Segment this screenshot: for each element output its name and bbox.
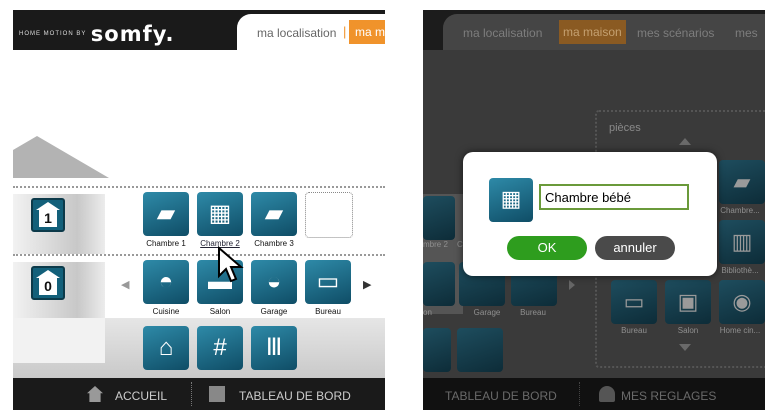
scroll-right-arrow-icon[interactable]: ▶	[363, 278, 371, 291]
app-header: HOME MOTION BY somfy. ma localisation | …	[13, 10, 385, 50]
room-garage[interactable]: ◒	[251, 260, 297, 304]
tv-icon: ▣	[677, 289, 699, 314]
rename-room-dialog: ▦ OK annuler	[463, 152, 717, 276]
bedroom-icon: ▰	[264, 200, 284, 227]
piece-bibliotheque[interactable]: ▥	[719, 220, 765, 264]
footer-accueil[interactable]: ACCUEIL	[115, 389, 167, 403]
room-label: Chambre 3	[254, 239, 294, 248]
room-label: Chambre 1	[146, 239, 186, 248]
floor-0-button[interactable]: 0	[31, 266, 65, 300]
scroll-up-arrow-icon[interactable]	[679, 138, 691, 145]
footer-tableau-de-bord[interactable]: TABLEAU DE BORD	[445, 389, 557, 403]
floor-divider	[13, 254, 385, 256]
right-screenshot: ma localisation ma maison mes scénarios …	[423, 10, 765, 410]
room-label: Garage	[260, 307, 288, 316]
footer-divider	[191, 382, 192, 406]
piece-label: Salon	[677, 326, 699, 335]
book-icon: ▥	[731, 229, 753, 254]
car-icon: ◒	[266, 268, 282, 295]
nav-separator: |	[343, 24, 347, 39]
app-footer: ACCUEIL TABLEAU DE BORD	[13, 378, 385, 410]
pot-icon: ◓	[158, 268, 174, 295]
somfy-logo: HOME MOTION BY somfy.	[19, 22, 175, 46]
fence-icon: #	[213, 334, 227, 361]
room-cuisine[interactable]: ◓	[143, 260, 189, 304]
house-roof	[13, 136, 109, 178]
nav-ma-localisation[interactable]: ma localisation	[463, 26, 542, 40]
room-label: Bureau	[315, 307, 341, 316]
floor-divider	[13, 186, 385, 188]
room-label: Salon	[209, 307, 231, 316]
scroll-right-arrow-icon[interactable]	[569, 280, 575, 290]
left-screenshot: HOME MOTION BY somfy. ma localisation | …	[13, 10, 385, 410]
room-dimmed	[457, 328, 503, 372]
projector-icon: ◉	[732, 289, 752, 314]
piece-salon[interactable]: ▣	[665, 280, 711, 324]
gate-icon: Ⅲ	[265, 334, 283, 361]
floor-1-button[interactable]: 1	[31, 198, 65, 232]
nav-ma-maison[interactable]: ma maison	[559, 20, 626, 44]
user-icon	[599, 386, 615, 402]
bedroom-icon: ▰	[733, 169, 751, 194]
ok-button[interactable]: OK	[507, 236, 587, 260]
footer-tableau-de-bord[interactable]: TABLEAU DE BORD	[239, 389, 351, 403]
room-chambre-3[interactable]: ▰	[251, 192, 297, 236]
outdoor-gate[interactable]: Ⅲ	[251, 326, 297, 370]
outdoor-fence[interactable]: #	[197, 326, 243, 370]
mouse-cursor-icon	[218, 246, 244, 283]
laptop-icon: ▭	[316, 268, 340, 295]
footer-divider	[579, 382, 580, 406]
nav-ma-maison[interactable]: ma ma	[349, 20, 385, 44]
room-dimmed	[423, 262, 455, 306]
room-dimmed	[423, 328, 451, 372]
nav-mes-reglages[interactable]: mes	[735, 26, 758, 40]
piece-chambre[interactable]: ▰	[719, 160, 765, 204]
room-label: on	[423, 308, 432, 317]
dashboard-icon	[209, 386, 225, 402]
room-chambre-2[interactable]: ▦	[197, 192, 243, 236]
app-footer-dimmed: TABLEAU DE BORD MES REGLAGES	[423, 378, 765, 410]
room-name-input[interactable]	[539, 184, 689, 210]
room-label: Bureau	[520, 308, 546, 317]
room-label: Cuisine	[152, 307, 180, 316]
outdoor-floor-band	[13, 318, 105, 363]
piece-label: Bureau	[621, 326, 647, 335]
bedroom-icon: ▰	[156, 200, 176, 227]
scroll-down-arrow-icon[interactable]	[679, 344, 691, 351]
room-bureau[interactable]: ▭	[305, 260, 351, 304]
piece-label: Bibliothè...	[721, 266, 759, 275]
crib-icon: ▦	[489, 178, 533, 222]
footer-mes-reglages[interactable]: MES REGLAGES	[621, 389, 716, 403]
laptop-icon: ▭	[623, 289, 645, 314]
nav-ma-localisation[interactable]: ma localisation	[257, 26, 336, 40]
piece-bureau[interactable]: ▭	[611, 280, 657, 324]
room-dimmed	[423, 196, 455, 240]
cancel-button[interactable]: annuler	[595, 236, 675, 260]
app-header-dimmed: ma localisation ma maison mes scénarios …	[423, 10, 765, 50]
scroll-left-arrow-icon[interactable]: ◀	[121, 278, 129, 291]
room-chambre-1[interactable]: ▰	[143, 192, 189, 236]
room-label: mbre 2	[423, 240, 448, 249]
outdoor-awning[interactable]: ⌂	[143, 326, 189, 370]
pieces-label: pièces	[609, 122, 641, 134]
empty-room-slot[interactable]	[305, 192, 353, 238]
home-icon	[87, 386, 103, 402]
piece-home-cinema[interactable]: ◉	[719, 280, 765, 324]
piece-label: Home cin...	[719, 326, 761, 335]
awning-icon: ⌂	[158, 334, 174, 361]
piece-label: Chambre...	[720, 206, 760, 215]
crib-icon: ▦	[208, 200, 232, 227]
nav-mes-scenarios[interactable]: mes scénarios	[637, 26, 714, 40]
